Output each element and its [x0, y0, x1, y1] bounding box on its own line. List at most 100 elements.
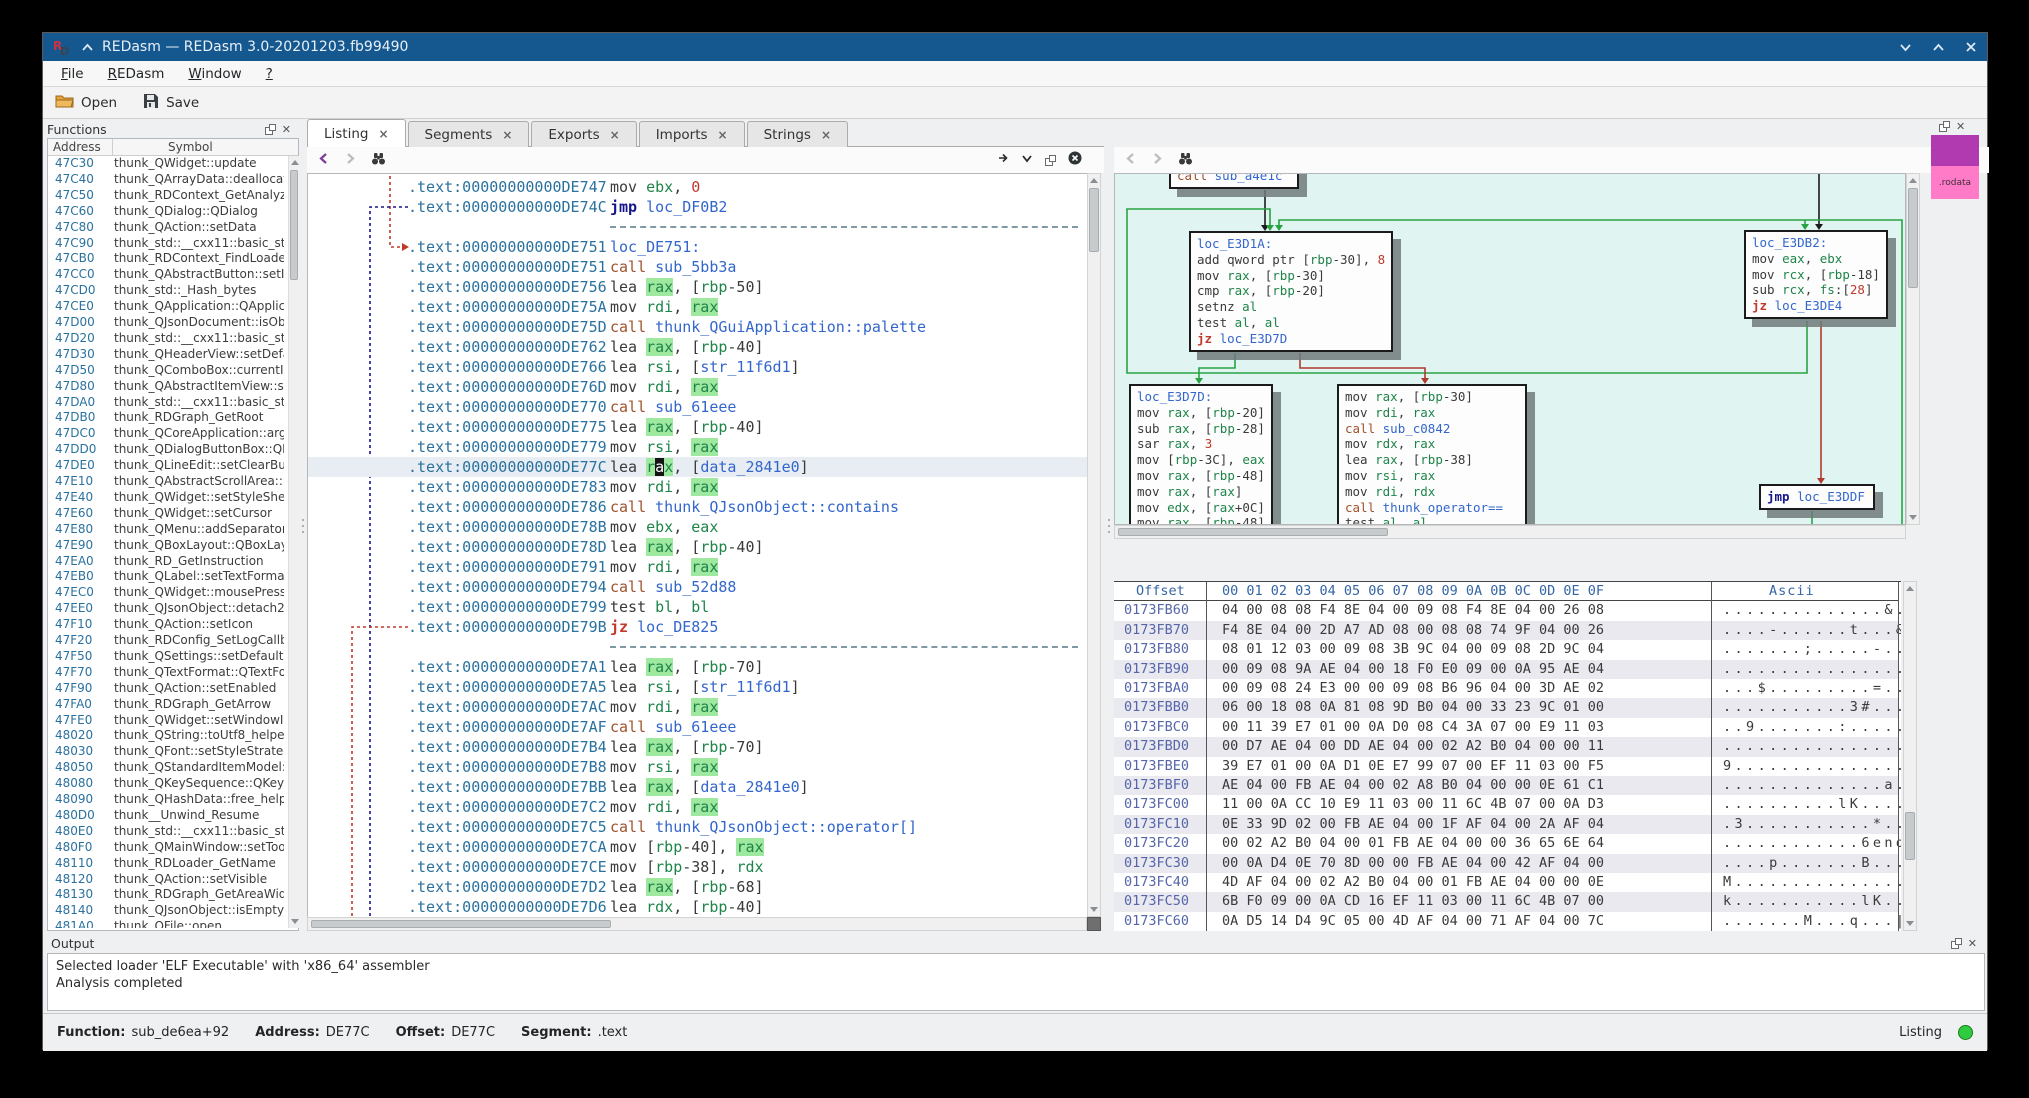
search-icon[interactable] [371, 152, 386, 169]
graph-vscrollbar[interactable] [1906, 173, 1920, 525]
function-row[interactable]: 47C30thunk_QWidget::update [48, 156, 286, 172]
control-flow-graph[interactable]: call sub_a4e1cloc_E3D1A:add qword ptr [r… [1114, 173, 1906, 525]
function-row[interactable]: 48140thunk_QJsonObject::isEmpty [48, 903, 286, 919]
listing-row[interactable]: .text:00000000000DE7CEmov [rbp-38], rdx [308, 857, 1087, 877]
hex-row[interactable]: 0173FC3000 0A D4 0E 70 8D 00 00 FB AE 04… [1114, 854, 1898, 873]
segment-map[interactable]: .rodata [1931, 135, 1979, 199]
hexdump-scrollbar[interactable] [1903, 581, 1917, 931]
function-row[interactable]: 480D0thunk__Unwind_Resume [48, 808, 286, 824]
function-row[interactable]: 47EA0thunk_RD_GetInstruction [48, 554, 286, 570]
function-row[interactable]: 47DA0thunk_std::__cxx11::basic_string<ch… [48, 395, 286, 411]
function-row[interactable]: 47F90thunk_QAction::setEnabled [48, 681, 286, 697]
tab-segments[interactable]: Segments× [408, 121, 530, 148]
expand-right-icon[interactable] [997, 152, 1009, 168]
hex-row[interactable]: 0173FC100E 33 9D 02 00 FB AE 04 00 1F AF… [1114, 815, 1898, 834]
basic-block[interactable]: loc_E3D7D:mov rax, [rbp-20]sub rax, [rbp… [1129, 384, 1273, 525]
listing-row[interactable]: .text:00000000000DE79Bjz loc_DE825 [308, 617, 1087, 637]
function-row[interactable]: 47F10thunk_QAction::setIcon [48, 617, 286, 633]
function-row[interactable]: 47CD0thunk_std::_Hash_bytes [48, 283, 286, 299]
listing-row[interactable]: .text:00000000000DE747mov ebx, 0 [308, 177, 1087, 197]
function-row[interactable]: 480E0thunk_std::__cxx11::basic_string<ch… [48, 824, 286, 840]
listing-row-current[interactable]: .text:00000000000DE77Clea rax, [data_284… [308, 457, 1087, 477]
function-row[interactable]: 47D20thunk_std::__cxx11::basic_string<ch… [48, 331, 286, 347]
tab-close-icon[interactable]: × [821, 128, 831, 142]
listing-row[interactable]: .text:00000000000DE7C5call thunk_QJsonOb… [308, 817, 1087, 837]
listing-row[interactable]: .text:00000000000DE75Dcall thunk_QGuiApp… [308, 317, 1087, 337]
listing-row[interactable]: .text:00000000000DE78Dlea rax, [rbp-40] [308, 537, 1087, 557]
function-row[interactable]: 47DC0thunk_QCoreApplication::arguments [48, 426, 286, 442]
function-row[interactable]: 48090thunk_QHashData::free_helper [48, 792, 286, 808]
collapse-icon[interactable] [81, 42, 94, 53]
function-row[interactable]: 47C90thunk_std::__cxx11::basic_string<ch… [48, 236, 286, 252]
basic-block[interactable]: mov rax, [rbp-30]mov rdi, raxcall sub_c0… [1337, 384, 1527, 525]
tab-close-icon[interactable]: × [502, 128, 512, 142]
back-icon[interactable] [317, 152, 330, 169]
basic-block[interactable]: jmp loc_E3DDF [1759, 484, 1875, 510]
function-row[interactable]: 48110thunk_RDLoader_GetName [48, 856, 286, 872]
minimize-button[interactable] [1899, 42, 1912, 53]
function-row[interactable]: 47C50thunk_RDContext_GetAnalyzers [48, 188, 286, 204]
function-row[interactable]: 47E60thunk_QWidget::setCursor [48, 506, 286, 522]
hex-row[interactable]: 0173FC0011 00 0A CC 10 E9 11 03 00 11 6C… [1114, 795, 1898, 814]
basic-block[interactable]: loc_E3DB2:mov eax, ebxmov rcx, [rbp-18]s… [1744, 230, 1888, 319]
column-address[interactable]: Address [53, 140, 101, 154]
tab-imports[interactable]: Imports× [639, 121, 745, 148]
hex-row[interactable]: 0173FC600A D5 14 D4 9C 05 00 4D AF 04 00… [1114, 912, 1898, 931]
splitter-left[interactable] [299, 119, 307, 931]
hex-row[interactable]: 0173FC404D AF 04 00 02 A2 B0 04 00 01 FB… [1114, 873, 1898, 892]
listing-row[interactable]: .text:00000000000DE799test bl, bl [308, 597, 1087, 617]
function-row[interactable]: 47E90thunk_QBoxLayout::QBoxLayout [48, 538, 286, 554]
output-close-icon[interactable]: ✕ [1968, 938, 1977, 949]
hex-row[interactable]: 0173FBC000 11 39 E7 01 00 0A D0 08 C4 3A… [1114, 718, 1898, 737]
function-row[interactable]: 47EC0thunk_QWidget::mousePressEvent [48, 585, 286, 601]
hex-row[interactable]: 0173FC2000 02 A2 B0 04 00 01 FB AE 04 00… [1114, 834, 1898, 853]
listing-row[interactable]: .text:00000000000DE794call sub_52d88 [308, 577, 1087, 597]
function-row[interactable]: 47F70thunk_QTextFormat::QTextFormat [48, 665, 286, 681]
listing-row[interactable]: .text:00000000000DE751call sub_5bb3a [308, 257, 1087, 277]
listing-row[interactable]: .text:00000000000DE751loc_DE751: [308, 237, 1087, 257]
close-pane-icon[interactable] [1068, 151, 1082, 169]
tab-close-icon[interactable]: × [610, 128, 620, 142]
listing-row[interactable]: .text:00000000000DE75Amov rdi, rax [308, 297, 1087, 317]
function-row[interactable]: 47E80thunk_QMenu::addSeparator [48, 522, 286, 538]
listing-row[interactable]: .text:00000000000DE775lea rax, [rbp-40] [308, 417, 1087, 437]
listing-row[interactable]: .text:00000000000DE786call thunk_QJsonOb… [308, 497, 1087, 517]
listing-row[interactable]: .text:00000000000DE762lea rax, [rbp-40] [308, 337, 1087, 357]
hex-row[interactable]: 0173FBB006 00 18 08 0A 81 08 9D B0 04 00… [1114, 698, 1898, 717]
function-row[interactable]: 48030thunk_QFont::setStyleStrategy [48, 744, 286, 760]
function-row[interactable]: 48050thunk_QStandardItemModel::QStan... [48, 760, 286, 776]
listing-row[interactable]: .text:00000000000DE7B4lea rax, [rbp-70] [308, 737, 1087, 757]
function-row[interactable]: 47CB0thunk_RDContext_FindLoaderEntries [48, 251, 286, 267]
function-row[interactable]: 48020thunk_QString::toUtf8_helper [48, 728, 286, 744]
listing-row[interactable]: .text:00000000000DE766lea rsi, [str_11f6… [308, 357, 1087, 377]
listing-row[interactable]: .text:00000000000DE76Dmov rdi, rax [308, 377, 1087, 397]
function-row[interactable]: 48130thunk_RDGraph_GetAreaWidth [48, 887, 286, 903]
function-row[interactable]: 48120thunk_QAction::setVisible [48, 872, 286, 888]
output-float-icon[interactable] [1951, 938, 1962, 949]
close-panel-icon[interactable]: ✕ [282, 124, 291, 135]
float-panel-icon[interactable] [265, 124, 276, 135]
basic-block[interactable]: loc_E3D1A:add qword ptr [rbp-30], 8mov r… [1189, 231, 1393, 352]
listing-row[interactable]: .text:00000000000DE7ACmov rdi, rax [308, 697, 1087, 717]
listing-row[interactable]: .text:00000000000DE7CAmov [rbp-40], rax [308, 837, 1087, 857]
function-row[interactable]: 47DE0thunk_QLineEdit::setClearButtonEn..… [48, 458, 286, 474]
listing-row[interactable]: .text:00000000000DE7B8mov rsi, rax [308, 757, 1087, 777]
menu-redasm[interactable]: REDasm [96, 63, 177, 85]
save-button[interactable]: Save [143, 93, 199, 113]
menu-help[interactable]: ? [254, 63, 285, 85]
hex-row[interactable]: 0173FB8008 01 12 03 00 09 08 3B 9C 04 00… [1114, 640, 1898, 659]
tab-strings[interactable]: Strings× [747, 121, 848, 148]
hex-row[interactable]: 0173FB6004 00 08 08 F4 8E 04 00 09 08 F4… [1114, 601, 1898, 620]
function-row[interactable]: 47C80thunk_QAction::setData [48, 220, 286, 236]
function-row[interactable]: 480F0thunk_QMainWindow::setToolButto... [48, 840, 286, 856]
column-symbol[interactable]: Symbol [168, 140, 213, 154]
graph-back-icon[interactable] [1124, 152, 1137, 169]
tab-listing[interactable]: Listing× [307, 119, 406, 148]
listing-scrollbar[interactable] [1087, 173, 1101, 917]
hex-row[interactable]: 0173FB9000 09 08 9A AE 04 00 18 F0 E0 09… [1114, 660, 1898, 679]
listing-row[interactable]: .text:00000000000DE7C2mov rdi, rax [308, 797, 1087, 817]
function-row[interactable]: 47CE0thunk_QApplication::QApplication [48, 299, 286, 315]
float-pane-icon[interactable] [1045, 155, 1056, 166]
status-view-mode[interactable]: Listing [1899, 1025, 1942, 1040]
listing-row[interactable]: .text:00000000000DE783mov rdi, rax [308, 477, 1087, 497]
